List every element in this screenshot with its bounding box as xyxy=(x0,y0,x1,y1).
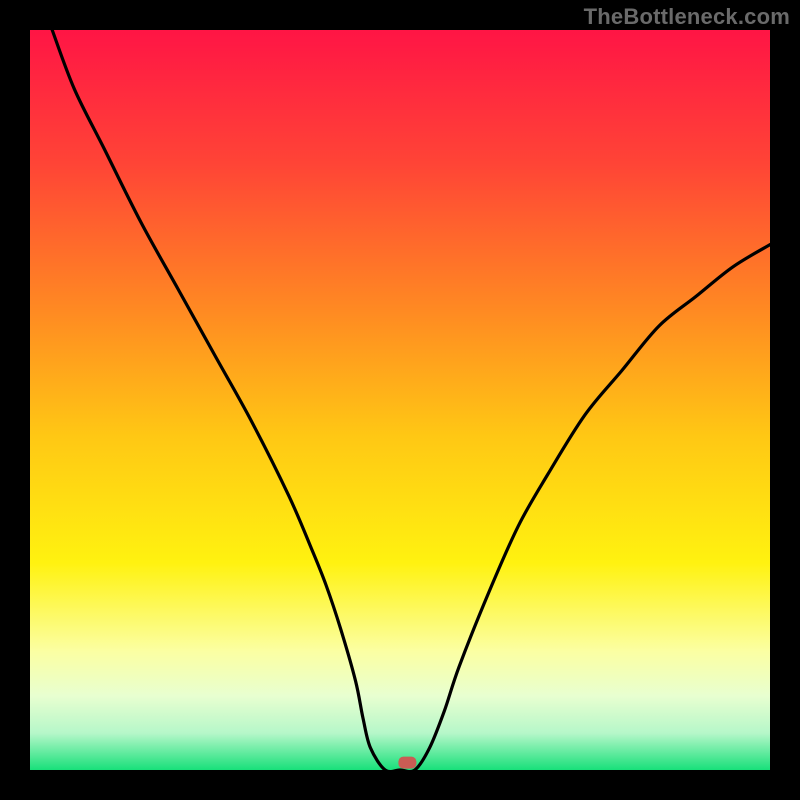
watermark-label: TheBottleneck.com xyxy=(584,4,790,30)
plot-background xyxy=(30,30,770,770)
chart-frame: TheBottleneck.com xyxy=(0,0,800,800)
minimum-marker xyxy=(398,757,416,769)
bottleneck-chart xyxy=(0,0,800,800)
